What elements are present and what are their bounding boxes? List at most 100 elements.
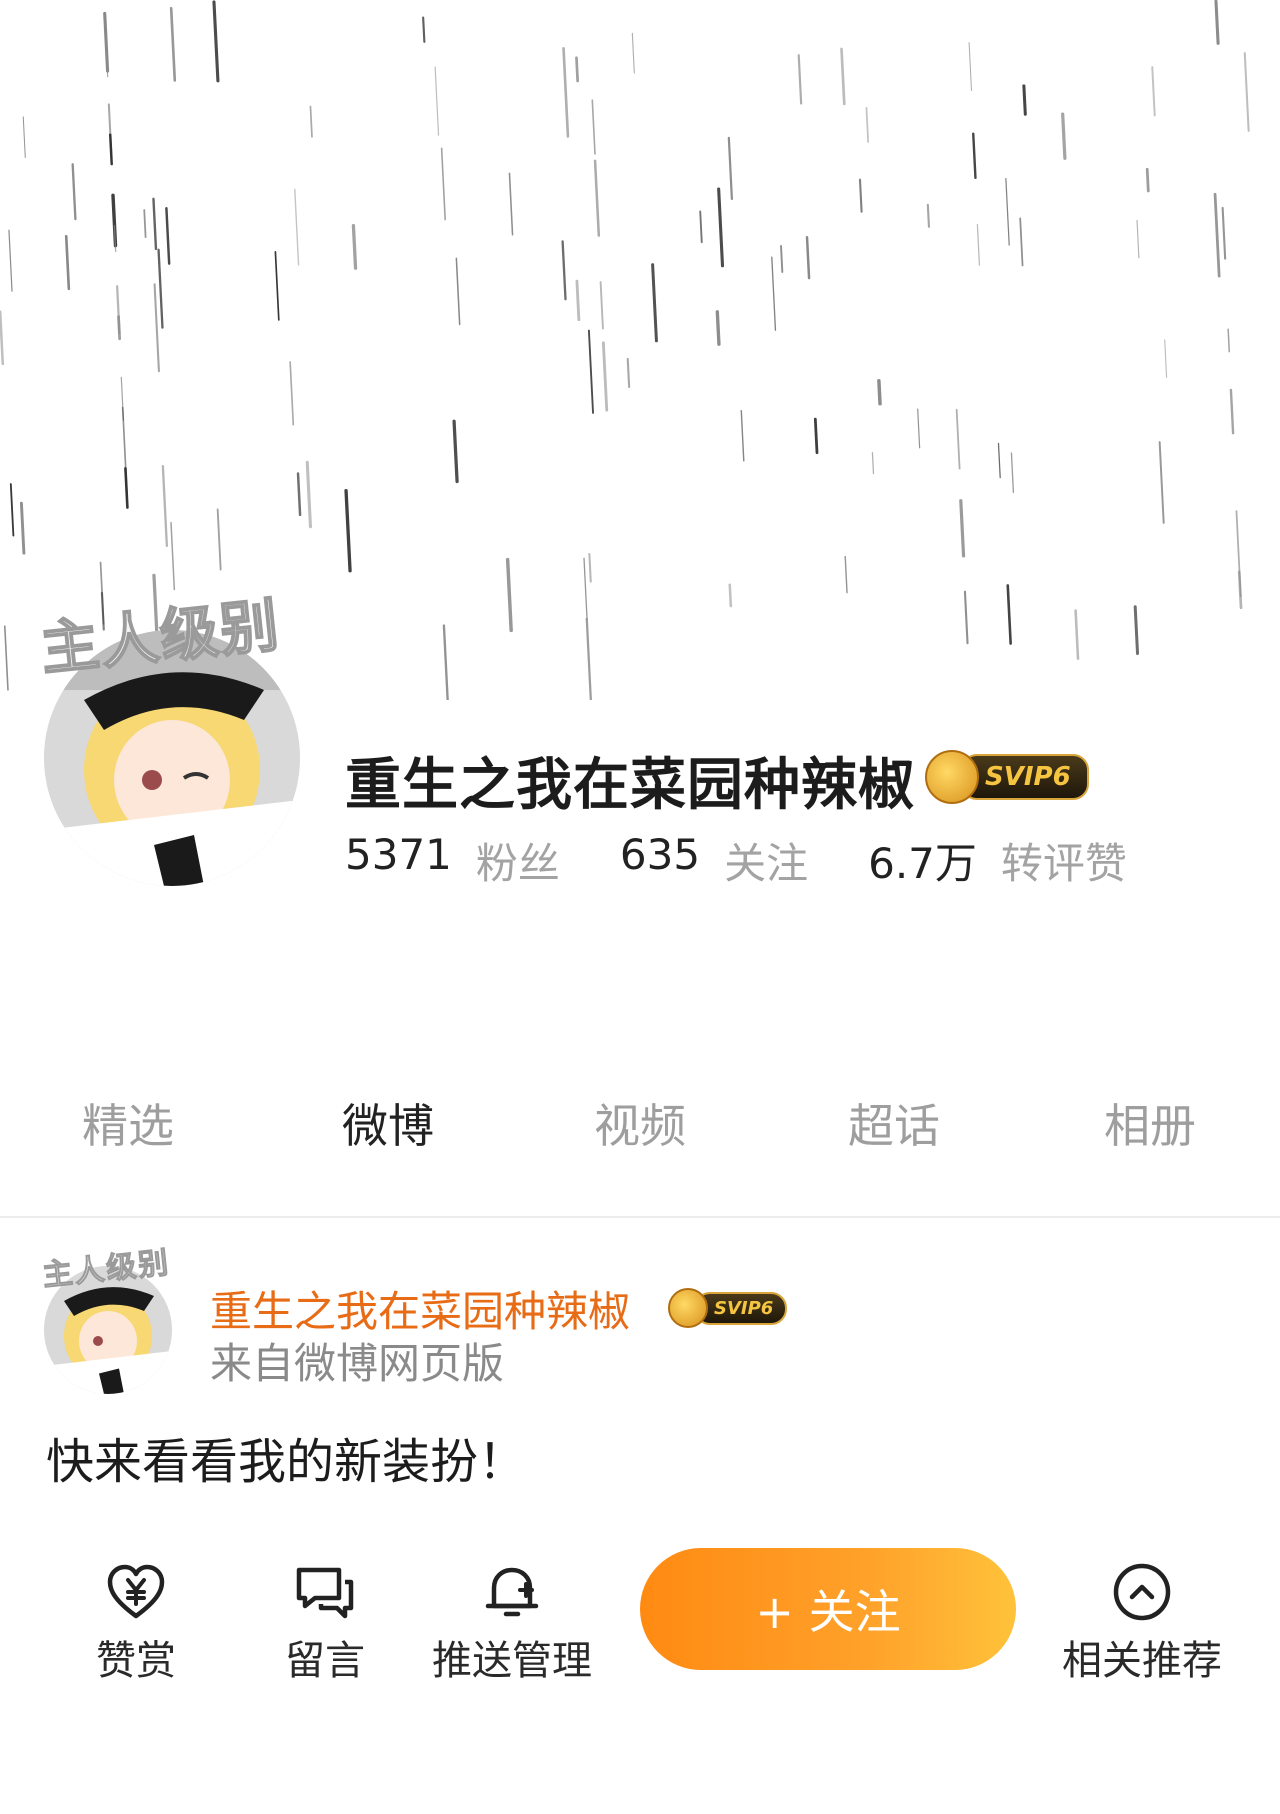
rain-streak	[591, 99, 596, 155]
rain-streak	[972, 132, 977, 180]
rain-streak	[917, 408, 921, 449]
rain-streak	[440, 147, 446, 221]
push-management-label: 推送管理	[432, 1638, 592, 1684]
rain-streak	[771, 256, 777, 331]
rain-streak	[296, 472, 302, 517]
rain-streak	[1136, 219, 1140, 259]
rain-streak	[865, 106, 870, 143]
rain-streak	[152, 197, 158, 251]
rain-streak	[170, 521, 176, 591]
rain-streak	[715, 310, 721, 346]
rain-streak	[740, 410, 745, 462]
rain-streak	[1227, 328, 1231, 353]
reward-button[interactable]: 赞赏	[96, 1560, 176, 1686]
rain-streak	[165, 207, 171, 265]
rain-streak	[1010, 452, 1015, 493]
rain-streak	[1213, 192, 1221, 278]
rain-streak	[583, 557, 588, 621]
rain-streak	[289, 361, 295, 426]
post-text[interactable]: 快来看看我的新装扮！	[46, 1422, 526, 1492]
tab-super-topics[interactable]: 超话	[848, 1090, 940, 1156]
rain-streak	[877, 379, 882, 406]
rain-streak	[575, 279, 581, 322]
svip-badge[interactable]: SVIP6	[925, 750, 1089, 804]
following-label: 关注	[724, 839, 809, 888]
tab-featured[interactable]: 精选	[82, 1090, 174, 1156]
rain-streak	[1164, 339, 1168, 378]
rain-streak	[157, 248, 164, 329]
tab-albums[interactable]: 相册	[1104, 1090, 1196, 1156]
stat-interactions[interactable]: 6.7万 转评赞	[868, 830, 1127, 891]
rain-streak	[22, 116, 26, 159]
chat-bubbles-icon	[296, 1567, 354, 1619]
chevron-up-circle-icon	[1113, 1563, 1171, 1621]
rain-streak	[212, 0, 220, 83]
stat-following[interactable]: 635 关注	[620, 830, 808, 891]
rain-streak	[588, 553, 592, 583]
rain-streak	[161, 465, 169, 547]
rain-streak	[727, 136, 734, 201]
rain-streak	[9, 483, 15, 537]
rain-streak	[1006, 584, 1012, 645]
rain-streak	[575, 56, 579, 83]
rain-streak	[19, 501, 26, 555]
rain-streak	[968, 42, 972, 92]
rain-streak	[1074, 609, 1080, 661]
rain-streak	[844, 555, 848, 594]
related-recommendations-label: 相关推荐	[1062, 1638, 1222, 1684]
following-count: 635	[619, 830, 701, 879]
followers-label: 粉丝	[475, 839, 560, 888]
rain-streak	[926, 203, 931, 228]
rain-streak	[871, 451, 875, 475]
interactions-label: 转评赞	[1000, 839, 1127, 888]
followers-count: 5371	[345, 830, 452, 879]
rain-streak	[274, 251, 280, 321]
rain-streak	[728, 583, 733, 608]
rain-streak	[1237, 570, 1243, 610]
rain-streak	[699, 210, 703, 244]
rain-streak	[717, 187, 725, 268]
rain-streak	[305, 460, 313, 529]
rain-streak	[108, 133, 113, 166]
rain-streak	[505, 557, 513, 633]
rain-streak	[71, 163, 77, 221]
rain-streak	[0, 310, 5, 366]
post-source: 来自微博网页版	[210, 1339, 505, 1388]
follow-button[interactable]: + 关注	[640, 1548, 1016, 1670]
tab-weibo[interactable]: 微博	[342, 1090, 434, 1156]
rain-streak	[797, 54, 803, 105]
rain-streak	[955, 408, 961, 470]
rain-streak	[1133, 605, 1140, 655]
reward-label: 赞赏	[96, 1638, 176, 1684]
rain-streak	[585, 617, 592, 700]
rain-streak	[780, 244, 784, 273]
rain-streak	[169, 6, 177, 82]
profile-name[interactable]: 重生之我在菜园种辣椒	[345, 740, 915, 821]
related-recommendations-button[interactable]: 相关推荐	[1062, 1560, 1222, 1686]
crown-icon	[668, 1288, 708, 1328]
rain-streak	[805, 235, 811, 280]
rain-streak	[997, 442, 1001, 479]
rain-streak	[8, 229, 13, 292]
post-svip-badge[interactable]: SVIP6	[668, 1288, 788, 1328]
rain-streak	[153, 283, 160, 373]
crown-icon	[925, 750, 979, 804]
rain-streak	[422, 16, 426, 43]
tab-videos[interactable]: 视频	[594, 1090, 686, 1156]
rain-streak	[562, 46, 570, 138]
bell-plus-icon	[485, 1567, 539, 1617]
message-label: 留言	[285, 1638, 365, 1684]
rain-streak	[599, 281, 604, 330]
rain-streak	[976, 223, 981, 266]
push-management-button[interactable]: 推送管理	[432, 1560, 592, 1686]
interactions-count: 6.7万	[868, 839, 977, 888]
post-avatar-frame[interactable]: 主人级别	[40, 1244, 182, 1394]
message-button[interactable]: 留言	[285, 1560, 365, 1686]
profile-stats: 5371 粉丝 635 关注 6.7万 转评赞	[345, 830, 1187, 891]
rain-streak	[840, 47, 846, 106]
rain-streak	[442, 624, 449, 700]
tabs-divider	[0, 1216, 1280, 1218]
profile-avatar-frame[interactable]: 主人级别	[37, 590, 310, 890]
stat-followers[interactable]: 5371 粉丝	[345, 830, 560, 891]
rain-streak	[434, 66, 440, 136]
